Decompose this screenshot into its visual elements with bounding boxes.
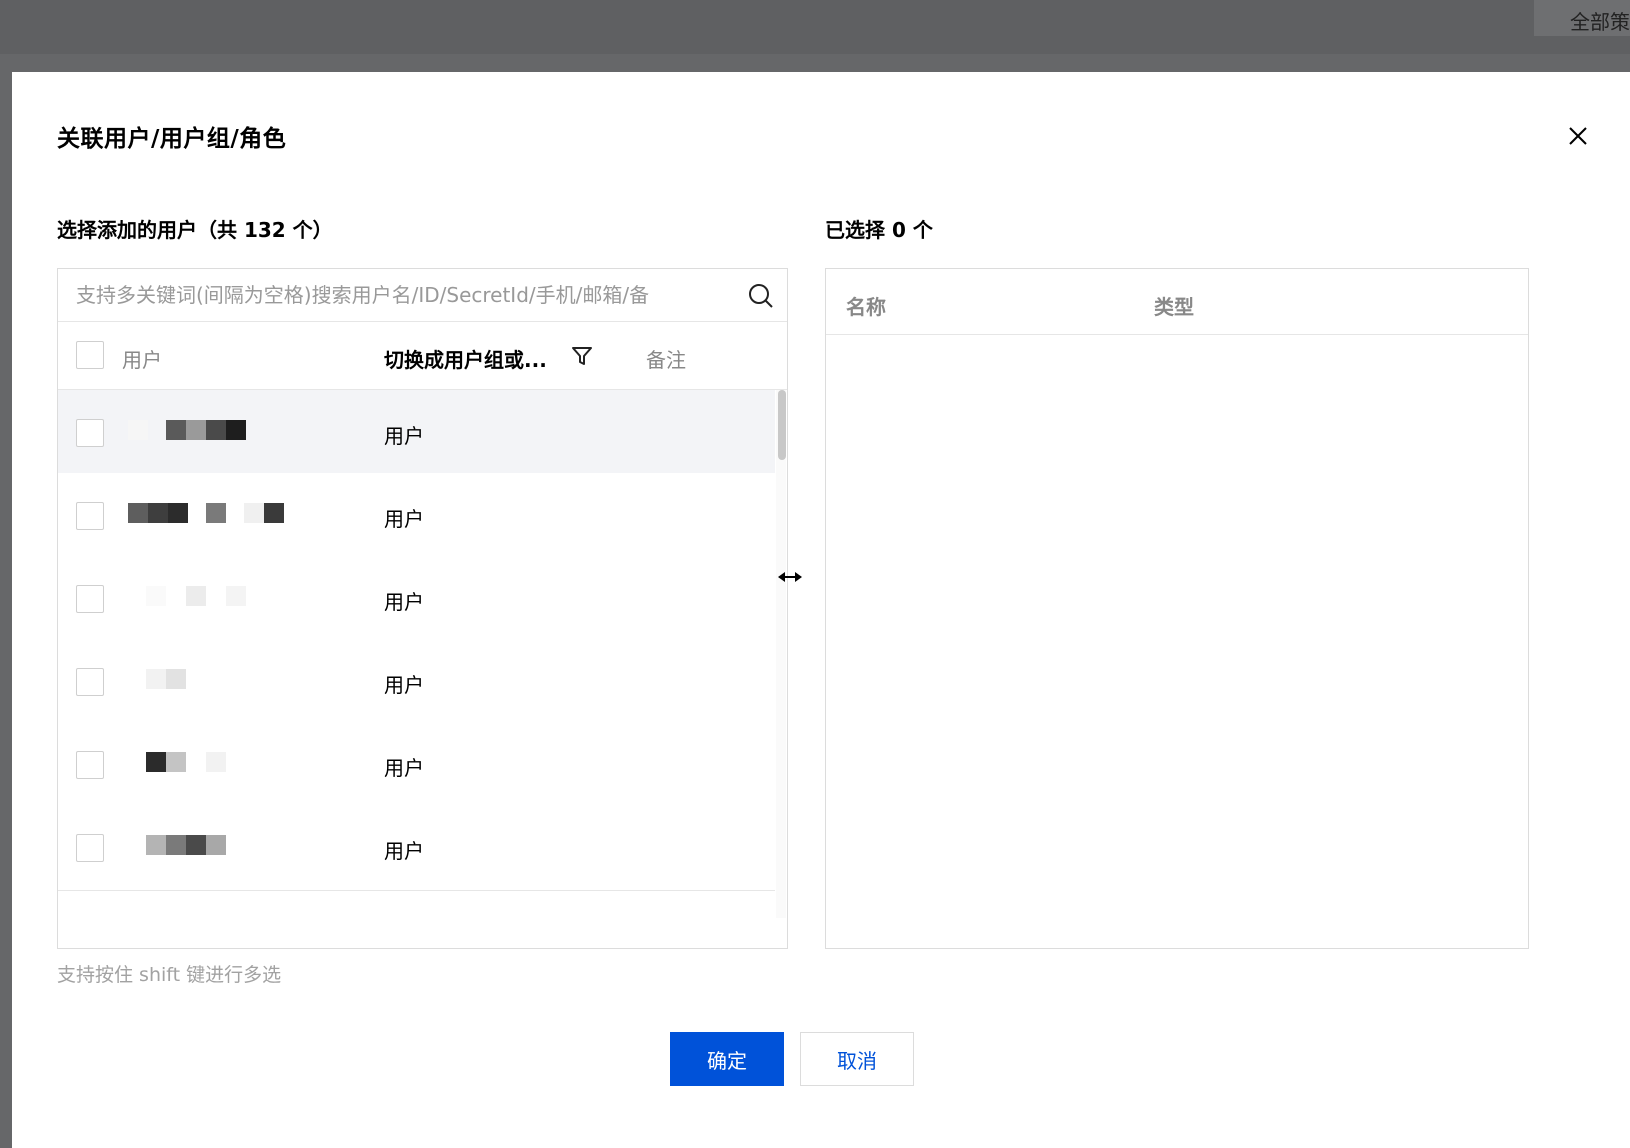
row-checkbox[interactable] (76, 834, 104, 862)
confirm-button[interactable]: 确定 (670, 1032, 784, 1086)
background-corner-label: 全部策 (1534, 0, 1630, 36)
right-section-title: 已选择 0 个 (825, 218, 933, 242)
column-name: 名称 (846, 295, 886, 319)
column-note: 备注 (646, 348, 686, 372)
associate-dialog: 关联用户/用户组/角色 选择添加的用户（共 132 个） 已选择 0 个 用户 … (12, 72, 1630, 1148)
row-checkbox[interactable] (76, 585, 104, 613)
search-icon[interactable] (747, 282, 775, 310)
row-type: 用户 (384, 839, 424, 863)
row-checkbox[interactable] (76, 502, 104, 530)
shift-hint: 支持按住 shift 键进行多选 (57, 964, 282, 986)
user-list-panel: 用户 切换成用户组或... 备注 用户用户用户用户用户用户 (57, 268, 788, 949)
table-row[interactable]: 用户 (58, 390, 775, 476)
table-row[interactable]: 用户 (58, 473, 775, 559)
select-all-checkbox[interactable] (76, 341, 104, 369)
row-type: 用户 (384, 424, 424, 448)
table-row[interactable]: 用户 (58, 639, 775, 725)
table-row[interactable]: 用户 (58, 556, 775, 642)
close-button[interactable] (1564, 122, 1592, 150)
table-row[interactable]: 用户 (58, 805, 775, 891)
left-section-title: 选择添加的用户（共 132 个） (57, 218, 333, 242)
search-bar (58, 269, 787, 322)
selected-table-header: 名称 类型 (826, 269, 1528, 335)
table-header: 用户 切换成用户组或... 备注 (58, 322, 787, 390)
row-checkbox[interactable] (76, 419, 104, 447)
row-type: 用户 (384, 590, 424, 614)
background-header (0, 0, 1630, 54)
selected-panel: 名称 类型 (825, 268, 1529, 949)
scrollbar-thumb[interactable] (778, 390, 786, 460)
row-type: 用户 (384, 756, 424, 780)
row-checkbox[interactable] (76, 668, 104, 696)
table-row[interactable]: 用户 (58, 722, 775, 808)
cancel-button[interactable]: 取消 (800, 1032, 914, 1086)
row-type: 用户 (384, 673, 424, 697)
column-type[interactable]: 切换成用户组或... (384, 344, 554, 373)
column-user: 用户 (122, 348, 162, 372)
close-icon (1569, 127, 1587, 145)
scrollbar-track[interactable] (776, 390, 786, 918)
search-input[interactable] (76, 275, 716, 315)
dialog-title: 关联用户/用户组/角色 (57, 126, 287, 152)
user-rows: 用户 用户 用户 用户 用户 用户 (58, 390, 775, 918)
transfer-arrows-icon (778, 572, 802, 582)
filter-icon[interactable] (570, 344, 594, 368)
row-checkbox[interactable] (76, 751, 104, 779)
column-selected-type: 类型 (1154, 295, 1194, 319)
row-type: 用户 (384, 507, 424, 531)
